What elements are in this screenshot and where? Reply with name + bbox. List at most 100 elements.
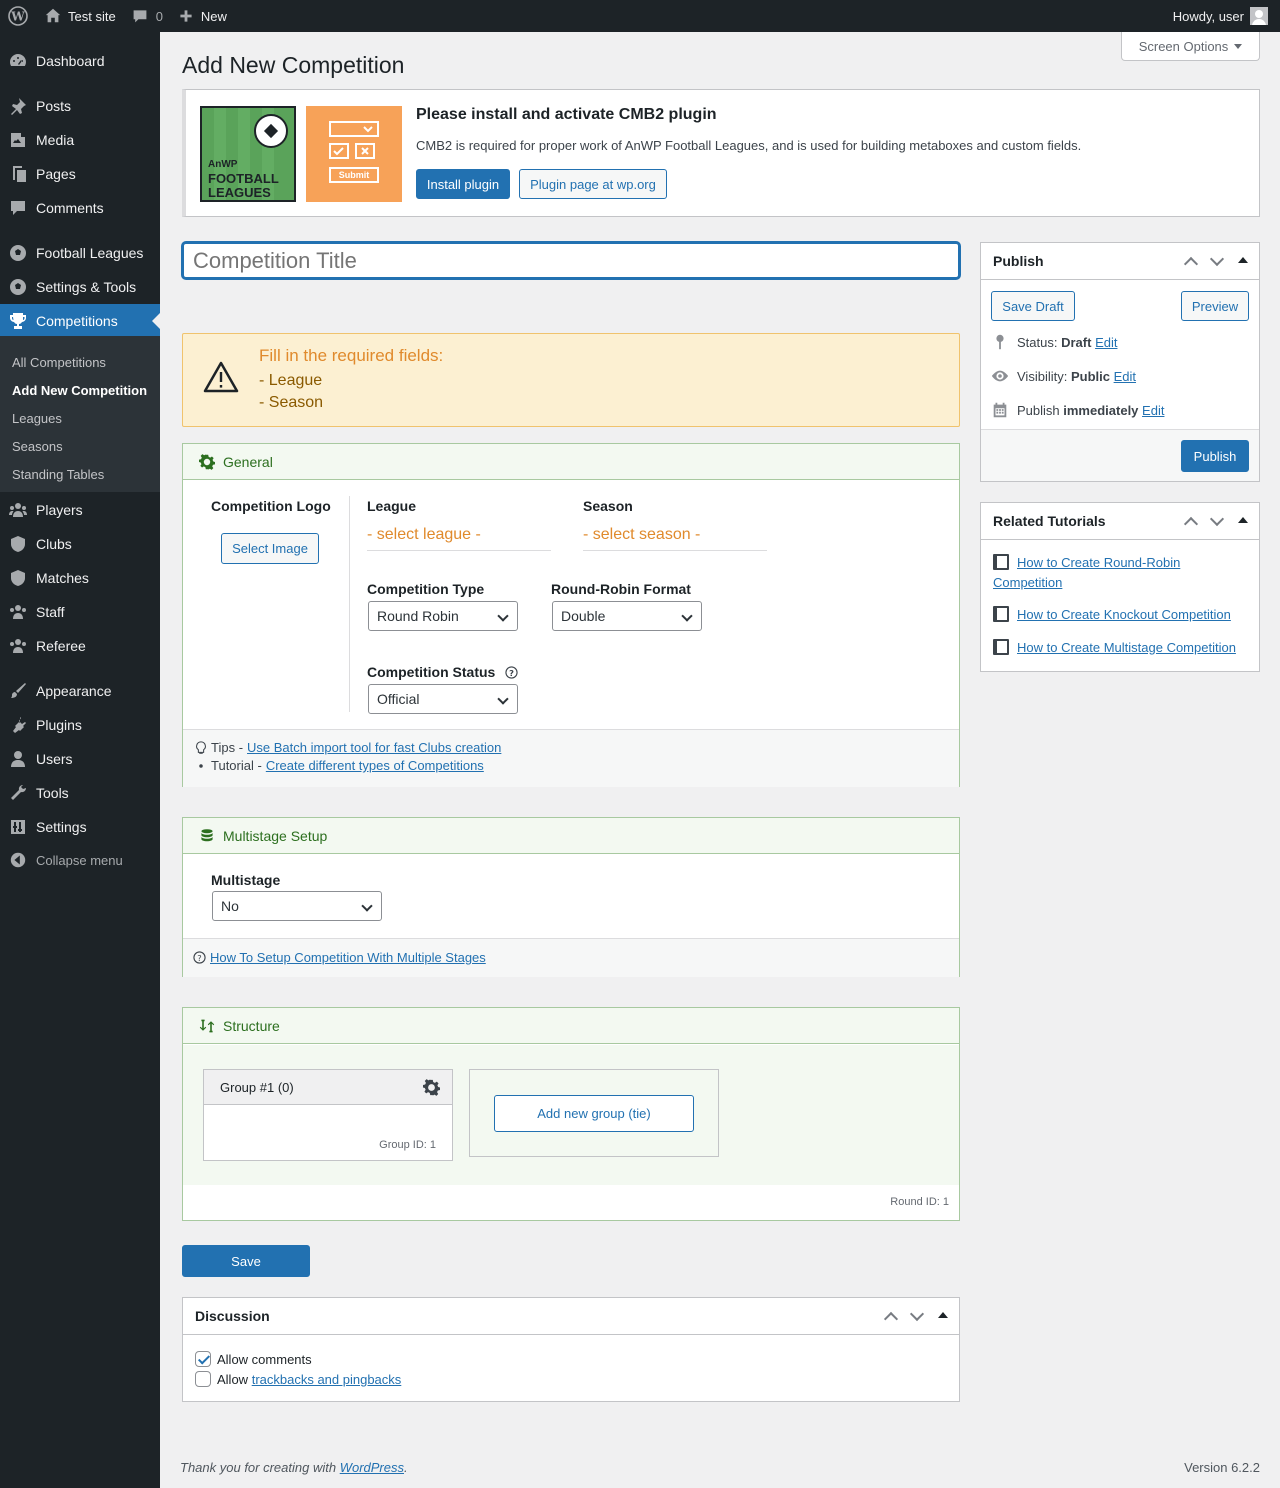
lightbulb-icon xyxy=(196,740,206,754)
tutorials-header[interactable]: Related Tutorials xyxy=(981,503,1259,540)
round-robin-format-select[interactable]: Double xyxy=(552,601,702,631)
wordpress-link[interactable]: WordPress xyxy=(340,1460,404,1475)
brush-icon xyxy=(0,681,36,701)
competition-title-input[interactable] xyxy=(182,242,960,279)
menu-football-leagues[interactable]: Football Leagues xyxy=(0,236,160,270)
menu-comments[interactable]: Comments xyxy=(0,191,160,225)
general-header[interactable]: General xyxy=(183,444,959,480)
allow-trackbacks-row[interactable]: Allow trackbacks and pingbacks xyxy=(195,1371,401,1387)
multistage-header[interactable]: Multistage Setup xyxy=(183,818,959,854)
allow-trackbacks-checkbox[interactable] xyxy=(195,1371,211,1387)
batch-import-link[interactable]: Use Batch import tool for fast Clubs cre… xyxy=(247,740,501,755)
sync-icon xyxy=(199,1019,215,1032)
help-icon[interactable]: ? xyxy=(505,666,518,679)
league-select[interactable]: - select league - xyxy=(367,519,551,551)
tutorial-round-robin-link[interactable]: How to Create Round-Robin Competition xyxy=(993,555,1180,590)
save-draft-button[interactable]: Save Draft xyxy=(991,291,1075,321)
warning-icon xyxy=(203,361,239,393)
visibility-label: Visibility: xyxy=(1017,368,1068,384)
save-button[interactable]: Save xyxy=(182,1245,310,1277)
season-select[interactable]: - select season - xyxy=(583,519,767,551)
menu-competitions[interactable]: Competitions xyxy=(0,304,160,338)
multistage-help: ? How To Setup Competition With Multiple… xyxy=(183,938,959,977)
my-account-link[interactable]: Howdy, user xyxy=(1165,0,1280,32)
tutorial-knockout-link[interactable]: How to Create Knockout Competition xyxy=(1017,607,1231,622)
install-plugin-button[interactable]: Install plugin xyxy=(416,169,510,199)
toggle-panel-icon[interactable] xyxy=(1235,253,1251,269)
comments-link[interactable]: 0 xyxy=(124,0,171,32)
competition-status-label-text: Competition Status xyxy=(367,664,496,680)
menu-staff[interactable]: Staff xyxy=(0,595,160,629)
move-down-icon[interactable] xyxy=(909,1308,925,1324)
screen-options-button[interactable]: Screen Options xyxy=(1121,32,1260,61)
discussion-header[interactable]: Discussion xyxy=(183,1298,959,1335)
move-down-icon[interactable] xyxy=(1209,513,1225,529)
league-label: League xyxy=(367,498,417,514)
menu-label: Appearance xyxy=(36,683,112,699)
add-group-area: Add new group (tie) xyxy=(469,1069,719,1157)
menu-users[interactable]: Users xyxy=(0,742,160,776)
user-icon xyxy=(0,749,36,769)
submenu-seasons[interactable]: Seasons xyxy=(12,439,63,454)
trackbacks-link[interactable]: trackbacks and pingbacks xyxy=(252,1372,402,1387)
new-content-link[interactable]: New xyxy=(171,0,235,32)
plugin-page-button[interactable]: Plugin page at wp.org xyxy=(519,169,667,199)
menu-tools[interactable]: Tools xyxy=(0,776,160,810)
preview-button[interactable]: Preview xyxy=(1181,291,1249,321)
menu-media[interactable]: Media xyxy=(0,123,160,157)
multistage-select[interactable]: No xyxy=(212,891,382,921)
submenu-leagues[interactable]: Leagues xyxy=(12,411,62,426)
multistage-help-link[interactable]: How To Setup Competition With Multiple S… xyxy=(210,950,486,965)
menu-label: Staff xyxy=(36,604,65,620)
move-up-icon[interactable] xyxy=(883,1308,899,1324)
move-up-icon[interactable] xyxy=(1183,253,1199,269)
group-icon xyxy=(0,500,36,520)
submenu-add-new-competition[interactable]: Add New Competition xyxy=(12,383,147,398)
menu-posts[interactable]: Posts xyxy=(0,89,160,123)
menu-dashboard[interactable]: Dashboard xyxy=(0,44,160,78)
menu-plugins[interactable]: Plugins xyxy=(0,708,160,742)
competition-type-select[interactable]: Round Robin xyxy=(368,601,518,631)
wordpress-logo-icon[interactable]: W xyxy=(0,0,36,32)
publish-header[interactable]: Publish xyxy=(981,243,1259,280)
gear-icon[interactable] xyxy=(423,1079,440,1096)
status-value: Draft xyxy=(1061,334,1092,350)
submenu-standing-tables[interactable]: Standing Tables xyxy=(12,467,104,482)
footer-version: Version 6.2.2 xyxy=(1184,1460,1260,1475)
site-name-link[interactable]: Test site xyxy=(36,0,124,32)
edit-visibility-link[interactable]: Edit xyxy=(1114,369,1136,384)
menu-pages[interactable]: Pages xyxy=(0,157,160,191)
cmb2-logo: Submit xyxy=(306,106,402,202)
menu-appearance[interactable]: Appearance xyxy=(0,674,160,708)
anwp-football-leagues-logo: AnWP FOOTBALL LEAGUES xyxy=(200,106,296,202)
menu-settings-tools[interactable]: Settings & Tools xyxy=(0,270,160,304)
menu-clubs[interactable]: Clubs xyxy=(0,527,160,561)
footer-thanks-prefix: Thank you for creating with xyxy=(180,1460,337,1475)
allow-comments-row[interactable]: Allow comments xyxy=(195,1351,312,1367)
menu-players[interactable]: Players xyxy=(0,493,160,527)
allow-comments-checkbox[interactable] xyxy=(195,1351,211,1367)
move-down-icon[interactable] xyxy=(1209,253,1225,269)
submenu-all-competitions[interactable]: All Competitions xyxy=(12,355,106,370)
toggle-panel-icon[interactable] xyxy=(935,1308,951,1324)
edit-status-link[interactable]: Edit xyxy=(1095,335,1117,350)
edit-publish-date-link[interactable]: Edit xyxy=(1142,403,1164,418)
competition-status-select[interactable]: Official xyxy=(368,684,518,714)
menu-settings[interactable]: Settings xyxy=(0,810,160,844)
tutorial-multistage-link[interactable]: How to Create Multistage Competition xyxy=(1017,640,1236,655)
select-image-button[interactable]: Select Image xyxy=(221,533,319,564)
toggle-panel-icon[interactable] xyxy=(1235,513,1251,529)
menu-label: Media xyxy=(36,132,75,148)
menu-matches[interactable]: Matches xyxy=(0,561,160,595)
menu-referee[interactable]: Referee xyxy=(0,629,160,663)
publish-button[interactable]: Publish xyxy=(1181,440,1249,472)
screen-options-label: Screen Options xyxy=(1138,38,1229,54)
structure-header[interactable]: Structure xyxy=(183,1008,959,1044)
move-up-icon[interactable] xyxy=(1183,513,1199,529)
competition-types-link[interactable]: Create different types of Competitions xyxy=(266,758,484,773)
warning-title: Fill in the required fields: xyxy=(259,346,444,365)
group-icon xyxy=(0,636,36,656)
visibility-row: Visibility: Public Edit xyxy=(991,367,1136,385)
collapse-menu-button[interactable]: Collapse menu xyxy=(0,843,160,877)
add-new-group-button[interactable]: Add new group (tie) xyxy=(494,1095,694,1132)
